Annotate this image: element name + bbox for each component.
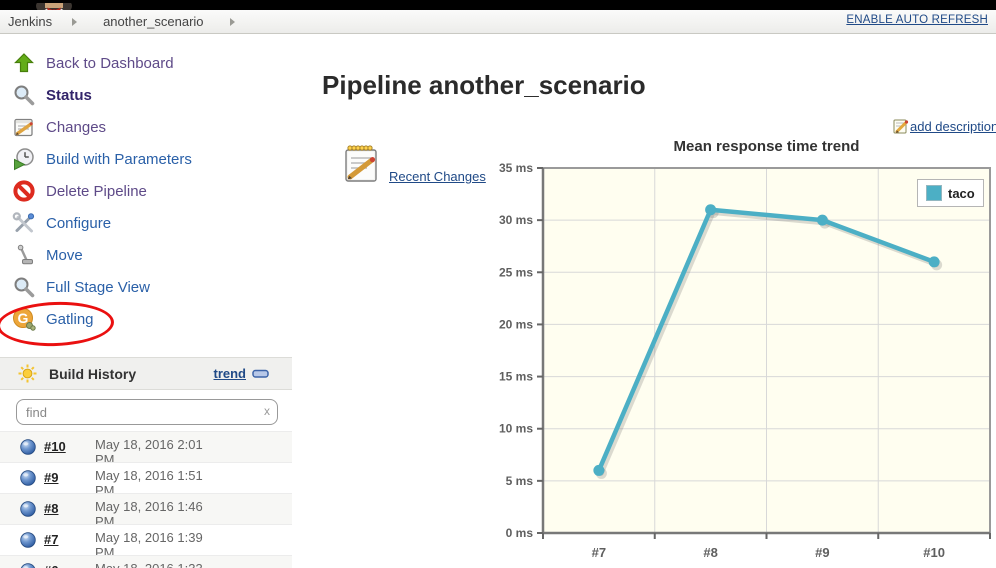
sidebar-item-delete-pipeline[interactable]: Delete Pipeline	[0, 175, 292, 207]
edit-icon	[893, 118, 909, 134]
sidebar-menu: Back to Dashboard Status Changes Build with…	[0, 47, 292, 335]
breadcrumb-item-jenkins[interactable]: Jenkins	[8, 14, 52, 29]
breadcrumb-item-job[interactable]: another_scenario	[103, 14, 203, 29]
chart-title: Mean response time trend	[543, 138, 990, 155]
magnifier-icon	[12, 275, 36, 299]
page-title: Pipeline another_scenario	[322, 70, 646, 101]
enable-auto-refresh-link[interactable]: ENABLE AUTO REFRESH	[846, 14, 988, 26]
sidebar-item-full-stage-view[interactable]: Full Stage View	[0, 271, 292, 303]
jenkins-mascot	[30, 0, 78, 10]
sidebar: Back to Dashboard Status Changes Build with…	[0, 33, 292, 568]
sidebar-item-label: Move	[46, 247, 83, 264]
svg-text:5 ms: 5 ms	[506, 474, 534, 488]
legend-swatch	[926, 185, 942, 201]
build-date: May 18, 2016 1:46 PM	[95, 499, 213, 524]
sun-icon	[18, 364, 37, 383]
svg-text:25 ms: 25 ms	[499, 265, 533, 279]
build-history-row[interactable]: #7 May 18, 2016 1:39 PM	[0, 524, 292, 555]
blue-ball-icon	[20, 470, 36, 486]
svg-text:15 ms: 15 ms	[499, 370, 533, 384]
notepad-icon	[12, 115, 36, 139]
chart-legend: taco	[917, 179, 984, 207]
build-history-list: #10 May 18, 2016 2:01 PM #9 May 18, 2016 1:…	[0, 431, 292, 568]
collapse-icon[interactable]	[252, 369, 270, 379]
build-history-find: x	[16, 399, 278, 425]
build-date: May 18, 2016 1:39 PM	[95, 530, 213, 555]
build-history-row[interactable]: #6 May 18, 2016 1:33 PM	[0, 555, 292, 568]
recent-changes-link[interactable]: Recent Changes	[389, 169, 486, 184]
sidebar-item-changes[interactable]: Changes	[0, 111, 292, 143]
sidebar-item-build-with-parameters[interactable]: Build with Parameters	[0, 143, 292, 175]
sidebar-item-label: Status	[46, 87, 92, 104]
breadcrumb-separator-icon	[230, 18, 235, 26]
sidebar-item-status[interactable]: Status	[0, 79, 292, 111]
svg-text:0 ms: 0 ms	[506, 526, 534, 540]
svg-text:10 ms: 10 ms	[499, 422, 533, 436]
sidebar-item-back-to-dashboard[interactable]: Back to Dashboard	[0, 47, 292, 79]
sidebar-item-move[interactable]: Move	[0, 239, 292, 271]
main-content: Pipeline another_scenario add descriptio…	[292, 33, 996, 568]
svg-text:20 ms: 20 ms	[499, 317, 533, 331]
sidebar-item-label: Delete Pipeline	[46, 183, 147, 200]
lever-icon	[12, 243, 36, 267]
svg-text:30 ms: 30 ms	[499, 213, 533, 227]
sidebar-item-configure[interactable]: Configure	[0, 207, 292, 239]
jenkins-page: Jenkins another_scenario ENABLE AUTO REF…	[0, 0, 996, 568]
build-link[interactable]: #7	[44, 532, 58, 547]
build-link[interactable]: #10	[44, 439, 66, 454]
blue-ball-icon	[20, 563, 36, 568]
add-description[interactable]: add description	[893, 118, 996, 134]
build-history-header: Build History trend	[0, 357, 292, 390]
recent-changes-icon	[343, 143, 379, 185]
sidebar-item-label: Build with Parameters	[46, 151, 192, 168]
sidebar-item-label: Changes	[46, 119, 106, 136]
sidebar-item-label: Configure	[46, 215, 111, 232]
build-link[interactable]: #9	[44, 470, 58, 485]
trend-link[interactable]: trend	[214, 366, 247, 381]
blue-ball-icon	[20, 532, 36, 548]
svg-text:#9: #9	[815, 545, 829, 560]
build-link[interactable]: #8	[44, 501, 58, 516]
blue-ball-icon	[20, 501, 36, 517]
build-history-row[interactable]: #10 May 18, 2016 2:01 PM	[0, 431, 292, 462]
breadcrumb-separator-icon	[72, 18, 77, 26]
clear-find-icon[interactable]: x	[264, 404, 270, 418]
tools-icon	[12, 211, 36, 235]
build-date: May 18, 2016 1:33 PM	[95, 561, 213, 568]
add-description-link[interactable]: add description	[910, 119, 996, 134]
build-date: May 18, 2016 2:01 PM	[95, 437, 213, 462]
build-history-find-input[interactable]	[16, 399, 278, 425]
magnifier-icon	[12, 83, 36, 107]
sidebar-item-label: Gatling	[46, 311, 94, 328]
svg-text:35 ms: 35 ms	[499, 161, 533, 175]
clock-play-icon	[12, 147, 36, 171]
legend-label: taco	[948, 186, 975, 201]
build-history-row[interactable]: #8 May 18, 2016 1:46 PM	[0, 493, 292, 524]
no-entry-icon	[12, 179, 36, 203]
build-link[interactable]: #6	[44, 563, 58, 568]
breadcrumb: Jenkins another_scenario ENABLE AUTO REF…	[0, 10, 996, 34]
sidebar-item-gatling[interactable]: G Gatling	[0, 303, 292, 335]
svg-text:#10: #10	[923, 545, 945, 560]
up-arrow-icon	[12, 51, 36, 75]
sidebar-item-label: Full Stage View	[46, 279, 150, 296]
gatling-icon: G	[12, 307, 36, 331]
svg-text:#8: #8	[703, 545, 717, 560]
blue-ball-icon	[20, 439, 36, 455]
svg-text:#7: #7	[592, 545, 606, 560]
build-history-title: Build History	[49, 366, 136, 382]
build-date: May 18, 2016 1:51 PM	[95, 468, 213, 493]
build-history-row[interactable]: #9 May 18, 2016 1:51 PM	[0, 462, 292, 493]
trend-chart: 0 ms 5 ms 10 ms 15 ms 20 ms 25 ms 30 ms 35 ms #7…	[495, 160, 996, 566]
top-banner	[0, 0, 996, 10]
sidebar-item-label: Back to Dashboard	[46, 55, 174, 72]
